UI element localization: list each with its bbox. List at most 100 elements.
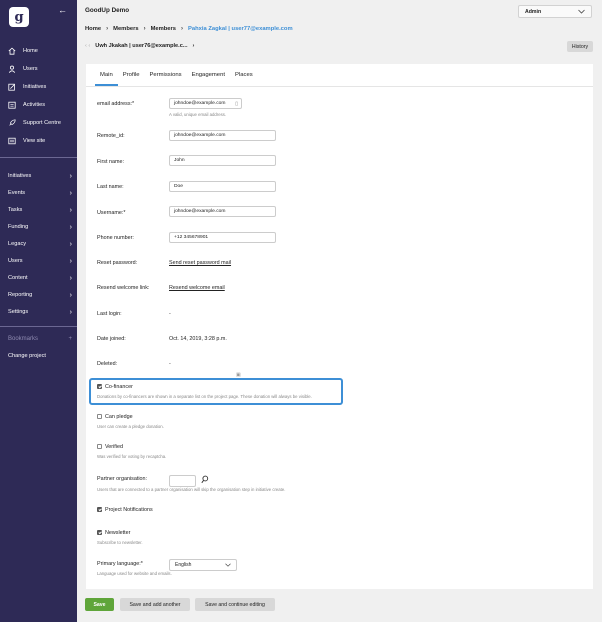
breadcrumb-home[interactable]: Home [85, 26, 101, 32]
partner-label: Partner organisation: [97, 476, 148, 482]
tab-bar: Main Profile Permissions Engagement Plac… [95, 72, 258, 86]
add-bookmark-icon[interactable]: + [68, 336, 72, 342]
sidebar-section-users[interactable]: Users › [8, 256, 72, 266]
sidebar-item-activities[interactable]: Activities [8, 100, 72, 110]
last-login-value: - [169, 311, 171, 317]
date-joined-label: Date joined: [97, 336, 126, 342]
chevron-down-icon [225, 563, 231, 567]
verified-help: Was verified for voting by recaptcha. [97, 454, 167, 459]
language-select[interactable]: English [169, 559, 237, 571]
reset-password-label: Reset password: [97, 260, 138, 266]
tab-divider [86, 86, 593, 87]
sidebar-section-settings[interactable]: Settings › [8, 307, 72, 317]
clipboard-icon: ▯ [235, 100, 238, 107]
last-name-label: Last name: [97, 184, 124, 190]
user-menu-select[interactable]: Admin [518, 5, 592, 18]
tab-permissions[interactable]: Permissions [144, 72, 186, 86]
can-pledge-checkbox[interactable] [97, 414, 102, 419]
sidebar: g ← Home Users Initiatives Activities Su… [0, 0, 77, 622]
chevron-right-icon: › [69, 206, 72, 214]
email-field[interactable]: johndoe@example.com ▯ [169, 98, 242, 109]
chevron-right-icon: › [106, 26, 109, 32]
chevron-right-icon: › [181, 26, 184, 32]
tab-engagement[interactable]: Engagement [187, 72, 230, 86]
newsletter-checkbox[interactable] [97, 530, 102, 535]
verified-label: Verified [105, 444, 123, 450]
chevron-right-icon: › [69, 189, 72, 197]
last-login-label: Last login: [97, 311, 122, 317]
sidebar-divider [0, 326, 77, 327]
sidebar-item-view-site[interactable]: View site [8, 136, 72, 146]
app-title: GoodUp Demo [85, 7, 130, 14]
sidebar-section-content[interactable]: Content › [8, 273, 72, 283]
rocket-icon [8, 119, 16, 127]
sidebar-section-initiatives[interactable]: Initiatives › [8, 171, 72, 181]
deleted-label: Deleted: [97, 361, 118, 367]
sidebar-item-users[interactable]: Users [8, 64, 72, 74]
username-label: Username:* [97, 210, 126, 216]
chevron-down-icon [578, 9, 585, 14]
username-field[interactable]: johndoe@example.com [169, 206, 276, 217]
chevron-right-icon: › [69, 257, 72, 265]
next-object-icon[interactable]: › [193, 43, 195, 49]
email-label: email address:* [97, 101, 135, 107]
sidebar-item-support-centre[interactable]: Support Centre [8, 118, 72, 128]
deleted-value: - [169, 361, 171, 367]
tab-profile[interactable]: Profile [118, 72, 145, 86]
chevron-right-icon: › [143, 26, 146, 32]
can-pledge-help: User can create a pledge donation. [97, 424, 164, 429]
email-help: A valid, unique email address. [169, 112, 227, 117]
can-pledge-label: Can pledge [105, 414, 133, 420]
project-notifications-label: Project Notifications [105, 507, 153, 513]
change-project-link[interactable]: Change project [8, 353, 46, 359]
chevron-right-icon: › [69, 274, 72, 282]
sidebar-section-funding[interactable]: Funding › [8, 222, 72, 232]
phone-label: Phone number: [97, 235, 134, 241]
project-notifications-checkbox[interactable] [97, 507, 102, 512]
breadcrumb: Home › Members › Members › Pahxia Zagkal… [85, 26, 293, 32]
cofinancer-highlight [89, 378, 343, 405]
last-name-field[interactable]: Doe [169, 181, 276, 192]
breadcrumb-members-list[interactable]: Members [151, 26, 176, 32]
partner-field[interactable] [169, 475, 196, 487]
collapse-sidebar-icon[interactable]: ← [58, 5, 67, 15]
cofinancer-label: Co-financer [105, 384, 133, 390]
newsletter-label: Newsletter [105, 530, 131, 536]
breadcrumb-current: Pahxia Zagkal | user77@example.com [188, 26, 293, 32]
save-and-add-another-button[interactable]: Save and add another [120, 598, 190, 611]
send-reset-password-link[interactable]: Send reset password mail [169, 260, 231, 266]
sidebar-item-home[interactable]: Home [8, 46, 72, 56]
resend-welcome-label: Resend welcome link: [97, 285, 150, 291]
verified-checkbox[interactable] [97, 444, 102, 449]
app-logo[interactable]: g [9, 7, 29, 27]
breadcrumb-members[interactable]: Members [113, 26, 138, 32]
change-form-card: Main Profile Permissions Engagement Plac… [86, 64, 593, 589]
chevron-right-icon: › [69, 308, 72, 316]
cofinancer-checkbox[interactable] [97, 384, 102, 389]
sidebar-divider [0, 157, 77, 158]
chevron-right-icon: › [69, 291, 72, 299]
first-name-field[interactable]: John [169, 155, 276, 166]
search-icon[interactable] [201, 475, 209, 484]
object-navigator: ‹ ‹ Uwh Jkakah | user76@example.c... › [85, 43, 194, 49]
sidebar-section-tasks[interactable]: Tasks › [8, 205, 72, 215]
cofinancer-help: Donations by co-financers are shown in a… [97, 394, 312, 399]
sidebar-section-events[interactable]: Events › [8, 188, 72, 198]
sidebar-section-reporting[interactable]: Reporting › [8, 290, 72, 300]
user-icon [8, 65, 16, 73]
save-button[interactable]: Save [85, 598, 114, 611]
bookmarks-header: Bookmarks + [8, 336, 72, 342]
tab-main[interactable]: Main [95, 72, 118, 86]
phone-field[interactable]: +12 345678901 [169, 232, 276, 243]
sidebar-item-initiatives[interactable]: Initiatives [8, 82, 72, 92]
history-button[interactable]: History [567, 41, 593, 52]
sidebar-section-legacy[interactable]: Legacy › [8, 239, 72, 249]
resend-welcome-link[interactable]: Resend welcome email [169, 285, 225, 291]
object-title: Uwh Jkakah | user76@example.c... [95, 43, 188, 49]
remote-id-field[interactable]: johndoe@example.com [169, 130, 276, 141]
previous-object-icon[interactable]: ‹ ‹ [85, 43, 90, 49]
tab-places[interactable]: Places [230, 72, 258, 86]
monitor-icon [8, 137, 16, 145]
save-and-continue-button[interactable]: Save and continue editing [195, 598, 275, 611]
newsletter-help: Subscribe to newsletter. [97, 540, 143, 545]
